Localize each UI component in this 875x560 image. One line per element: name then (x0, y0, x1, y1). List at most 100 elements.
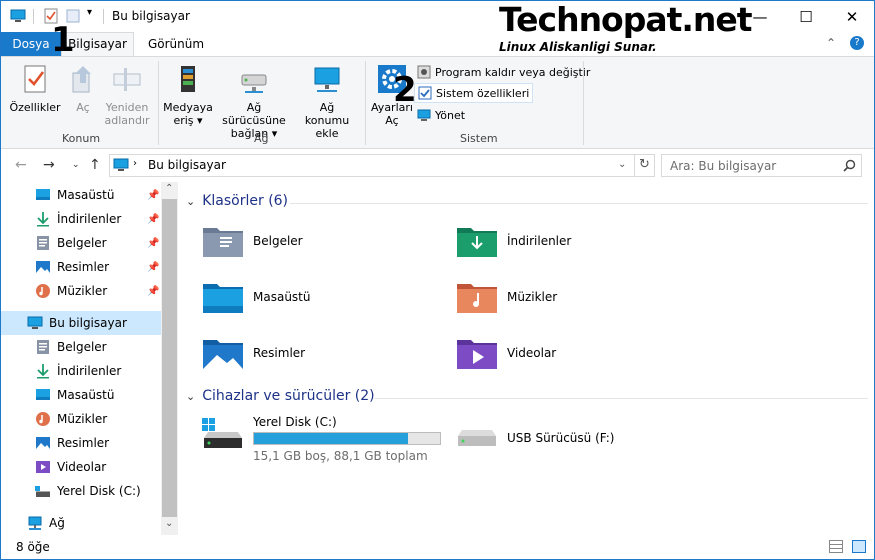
devices-section-header[interactable]: ⌄ Cihazlar ve sürücüler (2) (186, 388, 375, 404)
system-properties-label: Sistem özellikleri (436, 86, 530, 100)
scrollbar-thumb[interactable] (162, 199, 177, 517)
close-button[interactable]: ✕ (829, 1, 875, 32)
tab-view[interactable]: Görünüm (141, 32, 211, 56)
drive-c-label: Yerel Disk (C:) (253, 415, 337, 429)
map-drive-dropdown-icon: ▾ (271, 127, 278, 140)
computer-icon (113, 158, 129, 171)
search-icon[interactable] (843, 159, 856, 172)
refresh-icon[interactable]: ↻ (639, 157, 650, 172)
pin-icon[interactable]: 📌 (147, 262, 159, 273)
address-bar[interactable]: › Bu bilgisayar ⌄ ↻ (109, 154, 655, 177)
folder-documents[interactable]: Belgeler (202, 224, 303, 258)
folder-label: Masaüstü (253, 290, 311, 304)
nav-item-label: Masaüstü (57, 188, 115, 202)
address-path: Bu bilgisayar (148, 158, 226, 172)
manage-button[interactable]: Yönet (414, 105, 468, 125)
recent-locations-icon[interactable]: ⌄ (72, 160, 80, 170)
pin-icon[interactable]: 📌 (147, 286, 159, 297)
nav-item-this-pc[interactable]: Bu bilgisayar (1, 311, 161, 335)
desktop-folder-icon (203, 284, 243, 313)
collapse-chevron-icon[interactable]: ⌄ (186, 390, 195, 403)
back-arrow-icon[interactable]: ← (15, 157, 27, 173)
navigation-pane: Masaüstü 📌 İndirilenler 📌 Belgeler 📌 Res… (1, 182, 178, 535)
downloads-icon (37, 364, 49, 379)
navigation-scrollbar[interactable]: ⌃ ⌄ (161, 182, 178, 535)
folder-label: Videolar (507, 346, 557, 360)
open-button[interactable]: Aç (67, 57, 99, 114)
folder-desktop[interactable]: Masaüstü (202, 280, 310, 314)
add-network-location-button[interactable]: Ağ konumu ekle (296, 57, 358, 140)
folders-section-header[interactable]: ⌄ Klasörler (6) (186, 193, 288, 209)
group-label-ag: Ağ (254, 132, 269, 145)
folder-pictures[interactable]: Resimler (202, 336, 305, 370)
settings-label-2: Aç (385, 114, 399, 127)
map-drive-label-1: Ağ sürücüsüne (222, 101, 286, 127)
scroll-up-icon[interactable]: ⌃ (165, 183, 173, 194)
map-network-drive-button[interactable]: Ağ sürücüsüne bağlan ▾ (214, 57, 294, 140)
pin-icon[interactable]: 📌 (147, 238, 159, 249)
usb-drive-icon (458, 430, 496, 446)
details-view-icon[interactable] (829, 540, 843, 553)
scroll-down-icon[interactable]: ⌄ (165, 518, 173, 529)
nav-item-label: Müzikler (57, 412, 108, 426)
help-icon[interactable]: ? (850, 36, 864, 50)
nav-item-label: Resimler (57, 260, 110, 274)
pin-icon[interactable]: 📌 (147, 214, 159, 225)
folder-label: Resimler (253, 346, 306, 360)
nav-item-label: İndirilenler (57, 364, 122, 378)
rename-label: Yeniden adlandır (104, 101, 150, 127)
manage-label: Yönet (435, 108, 466, 122)
system-properties-icon (418, 86, 432, 100)
rename-icon (113, 68, 141, 91)
forward-arrow-icon[interactable]: → (43, 157, 55, 173)
search-box[interactable]: Ara: Bu bilgisayar (661, 154, 862, 177)
explorer-window: ▾ Bu bilgisayar Technopat.net Linux Alis… (0, 0, 875, 560)
computer-icon (27, 316, 43, 329)
nav-item-label: Müzikler (57, 284, 108, 298)
media-access-button[interactable]: Medyaya eriş ▾ (163, 57, 213, 127)
nav-item-label: Belgeler (57, 236, 107, 250)
documents-icon (37, 340, 49, 354)
open-label: Aç (76, 101, 90, 114)
drive-icon (35, 486, 50, 497)
music-icon (36, 412, 50, 426)
content-pane: ⌄ Klasörler (6) Belgeler İndirilenler Ma… (178, 182, 874, 535)
quick-access-dropdown-icon[interactable]: ▾ (87, 7, 92, 18)
collapse-ribbon-icon[interactable]: ⌃ (826, 36, 836, 50)
search-input[interactable]: Ara: Bu bilgisayar (670, 159, 776, 173)
rename-button[interactable]: Yeniden adlandır (104, 57, 150, 127)
breadcrumb-chevron-icon[interactable]: › (133, 158, 137, 169)
group-label-sistem: Sistem (460, 132, 498, 145)
minimize-button[interactable]: — (737, 1, 783, 32)
status-bar: 8 öğe (1, 535, 874, 559)
ribbon-tabs: Dosya Bilgisayar Görünüm ⌃ ? (1, 32, 874, 57)
drive-c[interactable]: Yerel Disk (C:) 15,1 GB boş, 88,1 GB top… (202, 414, 442, 463)
maximize-button[interactable]: ☐ (783, 1, 829, 32)
add-location-label-1: Ağ konumu (304, 101, 350, 127)
collapse-chevron-icon[interactable]: ⌄ (186, 195, 195, 208)
videos-folder-icon (457, 340, 497, 369)
large-icons-view-icon[interactable] (852, 540, 866, 553)
pin-icon[interactable]: 📌 (147, 190, 159, 201)
callout-number-1: 1 (51, 20, 75, 60)
network-location-icon (314, 67, 340, 92)
callout-number-2: 2 (393, 70, 417, 110)
address-dropdown-icon[interactable]: ⌄ (618, 159, 626, 170)
media-icon (181, 66, 195, 92)
drive-c-usage-bar (253, 432, 441, 445)
folder-downloads[interactable]: İndirilenler (456, 224, 571, 258)
nav-item-label: Resimler (57, 436, 110, 450)
properties-button[interactable]: Özellikler (6, 57, 64, 114)
ribbon-separator (158, 61, 159, 145)
drive-f-label: USB Sürücüsü (F:) (507, 431, 615, 445)
local-disk-icon (202, 418, 242, 448)
nav-item-label: İndirilenler (57, 212, 122, 226)
ribbon: Özellikler Aç Yeniden adlandır Konum Med… (1, 56, 874, 149)
folder-music[interactable]: Müzikler (456, 280, 557, 314)
up-arrow-icon[interactable]: ↑ (89, 157, 101, 173)
system-properties-button[interactable]: Sistem özellikleri (414, 83, 534, 103)
drive-f[interactable]: USB Sürücüsü (F:) (456, 426, 656, 456)
uninstall-program-button[interactable]: Program kaldır veya değiştir (414, 62, 593, 82)
folder-videos[interactable]: Videolar (456, 336, 556, 370)
network-icon (28, 516, 42, 530)
